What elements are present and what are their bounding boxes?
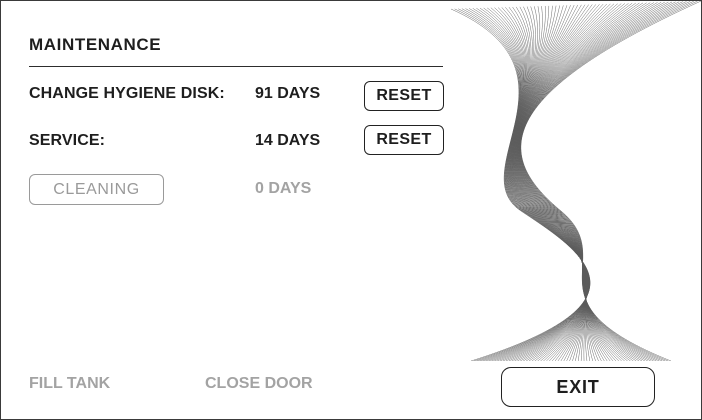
- wave-ribbon-art: [450, 1, 701, 361]
- ribbon-line: [520, 1, 687, 361]
- ribbon-line: [520, 1, 701, 361]
- page-title: MAINTENANCE: [29, 35, 162, 54]
- title-divider: [29, 66, 443, 67]
- service-label: SERVICE:: [29, 132, 106, 149]
- reset-service-button[interactable]: RESET: [364, 125, 444, 155]
- service-days: 14 DAYS: [255, 132, 321, 149]
- hygiene-disk-days: 91 DAYS: [255, 85, 321, 102]
- reset-hygiene-disk-button[interactable]: RESET: [364, 81, 444, 111]
- exit-button[interactable]: EXIT: [501, 367, 655, 407]
- cleaning-button[interactable]: CLEANING: [29, 174, 164, 205]
- hygiene-disk-label: CHANGE HYGIENE DISK:: [29, 85, 225, 102]
- fill-tank-button[interactable]: FILL TANK: [29, 375, 110, 393]
- ribbon-line: [483, 7, 590, 361]
- close-door-button[interactable]: CLOSE DOOR: [205, 375, 313, 393]
- ribbon-line: [519, 1, 665, 361]
- ribbon-line: [520, 1, 694, 361]
- maintenance-screen: MAINTENANCE CHANGE HYGIENE DISK: 91 DAYS…: [0, 0, 702, 420]
- ribbon-line: [519, 1, 680, 361]
- ribbon-line: [519, 1, 683, 361]
- cleaning-days: 0 DAYS: [255, 180, 312, 197]
